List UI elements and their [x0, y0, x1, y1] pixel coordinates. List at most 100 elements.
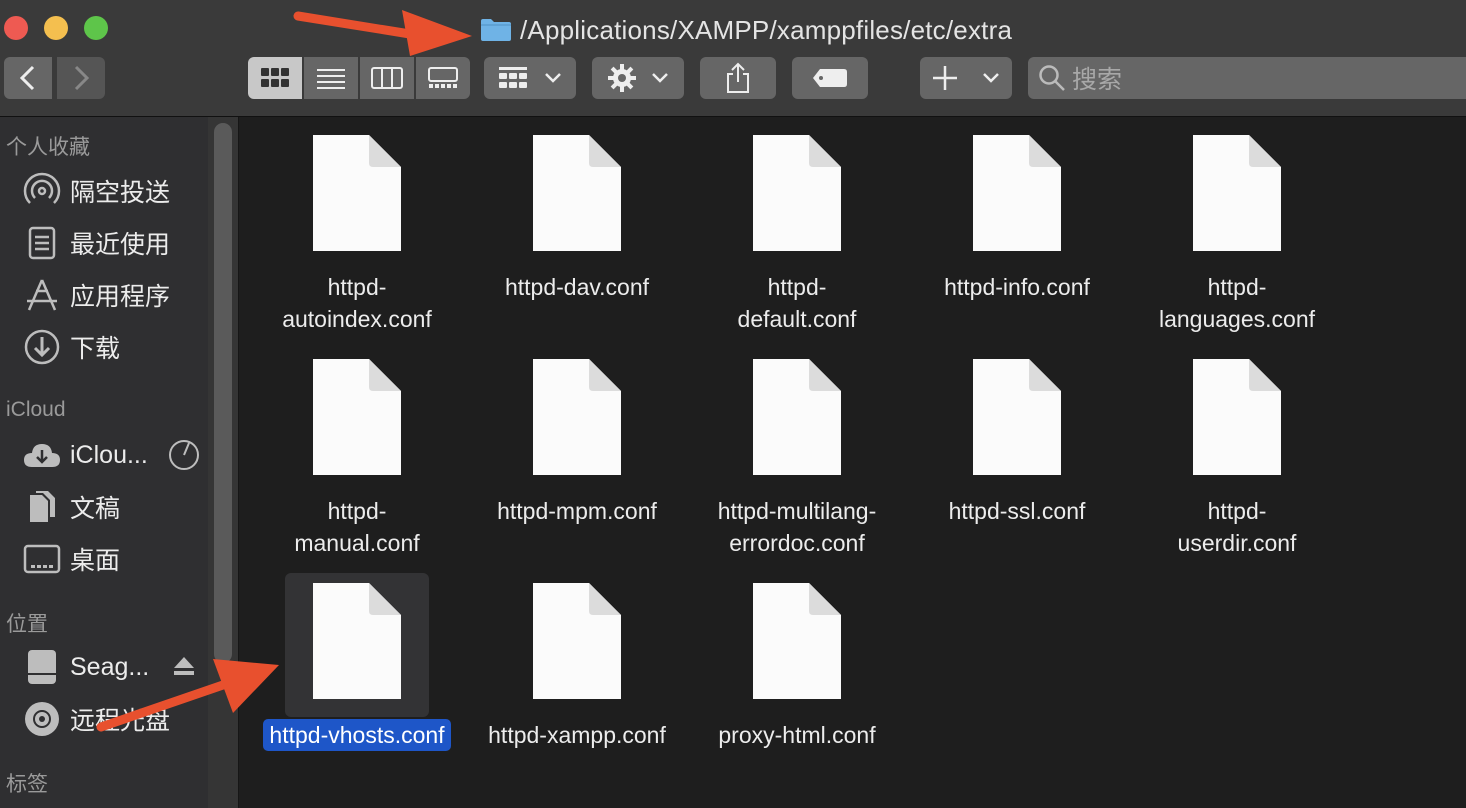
sidebar-header-tags: 标签	[6, 773, 48, 796]
sidebar-item-label: 远程光盘	[70, 707, 171, 735]
action-menu-button[interactable]	[592, 57, 684, 99]
file-item[interactable]: httpd- manual.conf	[247, 349, 467, 559]
file-item[interactable]: httpd-dav.conf	[467, 125, 687, 303]
document-icon	[1193, 135, 1281, 251]
file-name-label: httpd- userdir.conf	[1177, 498, 1297, 556]
sidebar-item-documents[interactable]: 文稿	[22, 485, 208, 529]
file-item[interactable]: httpd- autoindex.conf	[247, 125, 467, 335]
forward-button[interactable]	[57, 57, 105, 99]
file-icon-container	[945, 125, 1089, 269]
file-item[interactable]: httpd- default.conf	[687, 125, 907, 335]
sidebar-scrollbar[interactable]	[214, 123, 232, 663]
drive-icon	[22, 647, 62, 687]
sidebar-item-label: 桌面	[70, 547, 121, 575]
sidebar-item-label: 文稿	[70, 495, 121, 523]
file-item[interactable]: httpd-info.conf	[907, 125, 1127, 303]
group-by-button[interactable]	[484, 57, 576, 99]
sidebar-item-remote-disc[interactable]: 远程光盘	[22, 697, 208, 741]
gallery-view-button[interactable]	[416, 57, 470, 99]
document-icon	[313, 359, 401, 475]
file-icon-container	[285, 349, 429, 493]
file-icon-container	[285, 573, 429, 717]
sidebar-item-downloads[interactable]: 下载	[22, 325, 208, 369]
folder-icon	[481, 19, 511, 41]
sync-progress-icon	[169, 440, 199, 470]
file-name-label: httpd-info.conf	[944, 274, 1090, 300]
window-titlebar: /Applications/XAMPP/xamppfiles/etc/extra	[0, 0, 1466, 117]
file-name-label: proxy-html.conf	[718, 722, 876, 748]
desktop-icon	[22, 539, 62, 579]
sidebar-item-desktop[interactable]: 桌面	[22, 537, 208, 581]
file-name-label: httpd-vhosts.conf	[263, 719, 451, 751]
file-item[interactable]: proxy-html.conf	[687, 573, 907, 751]
back-button[interactable]	[4, 57, 52, 99]
file-item[interactable]: httpd-xampp.conf	[467, 573, 687, 751]
sidebar-header-icloud: iCloud	[6, 398, 66, 421]
search-icon	[1039, 65, 1065, 91]
chevron-right-icon	[74, 65, 90, 91]
document-icon	[533, 583, 621, 699]
sidebar-item-label: 下载	[70, 335, 121, 363]
chevron-down-icon	[545, 73, 561, 83]
file-name-label: httpd- manual.conf	[294, 498, 420, 556]
gear-icon	[608, 64, 636, 92]
eject-icon[interactable]	[172, 655, 196, 677]
file-item[interactable]: httpd-ssl.conf	[907, 349, 1127, 527]
new-item-button[interactable]	[920, 57, 1012, 99]
column-view-icon	[371, 67, 403, 89]
close-window-button[interactable]	[4, 16, 28, 40]
tag-button[interactable]	[792, 57, 868, 99]
file-icon-container	[505, 125, 649, 269]
path-title: /Applications/XAMPP/xamppfiles/etc/extra	[520, 14, 1013, 45]
file-icon-container	[505, 349, 649, 493]
list-view-icon	[317, 69, 345, 89]
sidebar: 个人收藏 隔空投送 最近使用 应用程序 下载 iCloud iClou... 文…	[0, 117, 239, 808]
sidebar-item-recents[interactable]: 最近使用	[22, 221, 208, 265]
downloads-icon	[22, 327, 62, 367]
icon-view-button[interactable]	[248, 57, 302, 99]
document-icon	[313, 135, 401, 251]
document-icon	[753, 135, 841, 251]
list-view-button[interactable]	[304, 57, 358, 99]
sidebar-item-label: 隔空投送	[70, 179, 171, 207]
group-icon	[499, 67, 527, 88]
recents-icon	[22, 223, 62, 263]
tag-icon	[813, 69, 847, 87]
file-item[interactable]: httpd- userdir.conf	[1127, 349, 1347, 559]
file-item[interactable]: httpd- languages.conf	[1127, 125, 1347, 335]
minimize-window-button[interactable]	[44, 16, 68, 40]
sidebar-item-label: 应用程序	[70, 283, 171, 311]
file-item[interactable]: httpd-vhosts.conf	[247, 573, 467, 751]
disc-icon	[22, 699, 62, 739]
file-name-label: httpd-ssl.conf	[948, 498, 1086, 524]
file-item[interactable]: httpd-mpm.conf	[467, 349, 687, 527]
window-title: /Applications/XAMPP/xamppfiles/etc/extra	[480, 10, 1012, 50]
file-icon-container	[945, 349, 1089, 493]
file-name-label: httpd- autoindex.conf	[282, 274, 432, 332]
share-button[interactable]	[700, 57, 776, 99]
document-icon	[313, 583, 401, 699]
sidebar-item-applications[interactable]: 应用程序	[22, 273, 208, 317]
applications-icon	[22, 275, 62, 315]
sidebar-item-airdrop[interactable]: 隔空投送	[22, 169, 208, 213]
search-placeholder: 搜索	[1072, 66, 1123, 94]
sidebar-header-favorites: 个人收藏	[6, 136, 90, 159]
document-icon	[973, 135, 1061, 251]
document-icon	[533, 135, 621, 251]
file-icon-container	[505, 573, 649, 717]
file-name-label: httpd-mpm.conf	[497, 498, 657, 524]
search-field[interactable]: 搜索	[1028, 57, 1466, 99]
sidebar-item-label: 最近使用	[70, 231, 171, 259]
document-icon	[753, 359, 841, 475]
file-icon-container	[725, 573, 869, 717]
document-icon	[973, 359, 1061, 475]
zoom-window-button[interactable]	[84, 16, 108, 40]
document-icon	[533, 359, 621, 475]
airdrop-icon	[22, 171, 62, 211]
file-name-label: httpd- default.conf	[737, 274, 857, 332]
column-view-button[interactable]	[360, 57, 414, 99]
view-mode-control	[248, 57, 470, 99]
chevron-down-icon	[983, 73, 999, 83]
file-item[interactable]: httpd-multilang- errordoc.conf	[687, 349, 907, 559]
gallery-view-icon	[428, 67, 458, 88]
